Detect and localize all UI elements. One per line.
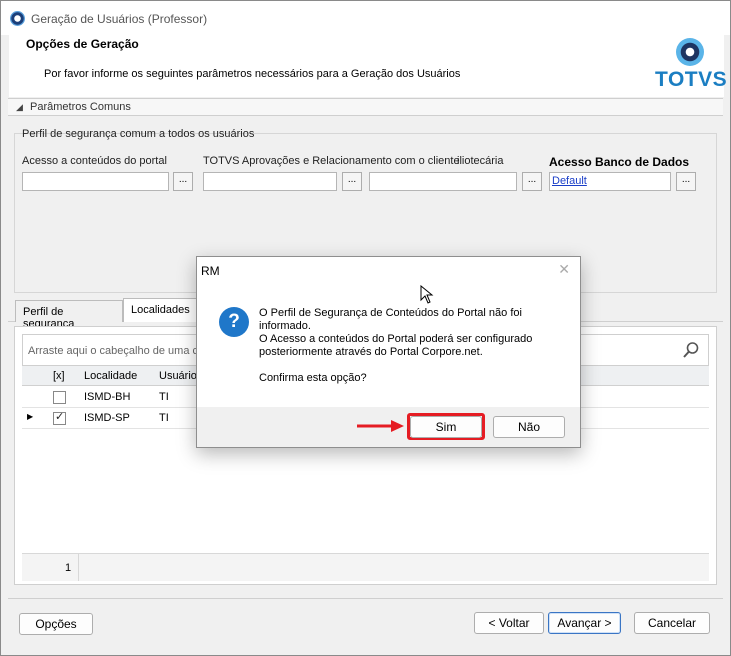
back-button[interactable]: < Voltar [474, 612, 544, 634]
row-checkbox[interactable] [53, 391, 66, 404]
dialog-message-line: O Acesso a conteúdos do Portal poderá se… [259, 333, 533, 345]
red-arrow-annotation [357, 420, 404, 432]
usuario-cell: TI [159, 412, 169, 424]
app-icon [10, 11, 25, 26]
yes-button[interactable]: Sim [410, 416, 482, 438]
totvs-logo-text: TOTVS [655, 68, 728, 91]
next-button[interactable]: Avançar > [548, 612, 621, 634]
totvs-aprovacoes-label: TOTVS Aprovações e Relacionamento com o … [203, 155, 460, 167]
tab-localidades[interactable]: Localidades [123, 298, 197, 322]
parametros-comuns-header[interactable]: ◢ Parâmetros Comuns [8, 98, 723, 116]
wizard-header: Opções de Geração Por favor informe os s… [9, 35, 728, 97]
usuario-cell: TI [159, 391, 169, 403]
dialog-message-line: O Perfil de Segurança de Conteúdos do Po… [259, 307, 522, 319]
totvs-logo-icon [676, 38, 704, 66]
portal-access-label: Acesso a conteúdos do portal [22, 155, 167, 167]
options-button[interactable]: Opções [19, 613, 93, 635]
biblioteca-field[interactable] [369, 172, 517, 191]
page-subtitle: Por favor informe os seguintes parâmetro… [44, 68, 461, 80]
no-button[interactable]: Não [493, 416, 565, 438]
db-access-label: Acesso Banco de Dados [549, 155, 690, 169]
biblioteca-label: iliotecária [457, 155, 504, 167]
title-bar: Geração de Usuários (Professor) [1, 1, 730, 35]
footer-divider-line [8, 598, 723, 599]
totvs-aprovacoes-field[interactable] [203, 172, 337, 191]
confirm-dialog: RM ✕ ? O Perfil de Segurança de Conteúdo… [196, 256, 581, 448]
dialog-message-line: posteriormente através do Portal Corpore… [259, 346, 483, 358]
tab-perfil-seguranca[interactable]: Perfil de segurança [15, 300, 123, 330]
portal-access-browse-button[interactable]: ... [173, 172, 193, 191]
totvs-aprovacoes-browse-button[interactable]: ... [342, 172, 362, 191]
group-label: Parâmetros Comuns [30, 101, 131, 113]
window-title: Geração de Usuários (Professor) [31, 12, 208, 26]
column-header-check[interactable]: [x] [53, 370, 65, 382]
close-icon[interactable]: ✕ [558, 261, 570, 278]
portal-access-field[interactable] [22, 172, 169, 191]
db-access-default-link[interactable]: Default [552, 175, 587, 187]
page-title: Opções de Geração [26, 37, 139, 51]
dialog-question: Confirma esta opção? [259, 372, 367, 384]
localidade-cell: ISMD-SP [84, 412, 130, 424]
group-by-hint: Arraste aqui o cabeçalho de uma co [28, 345, 205, 357]
search-icon[interactable] [682, 341, 700, 359]
dialog-footer: Sim Não [197, 407, 580, 447]
db-access-browse-button[interactable]: ... [676, 172, 696, 191]
column-header-usuario[interactable]: Usuário [159, 370, 197, 382]
collapse-arrow-icon[interactable]: ◢ [16, 102, 23, 113]
profile-section-label: Perfil de segurança comum a todos os usu… [22, 128, 255, 140]
row-checkbox[interactable] [53, 410, 66, 425]
grid-footer: 1 [22, 553, 709, 581]
totvs-logo: TOTVS [655, 37, 728, 93]
localidade-cell: ISMD-BH [84, 391, 131, 403]
footer-divider [78, 554, 79, 581]
dialog-title: RM [201, 264, 220, 278]
mouse-cursor-icon [420, 285, 434, 304]
row-count: 1 [65, 562, 72, 574]
biblioteca-browse-button[interactable]: ... [522, 172, 542, 191]
current-row-indicator-icon: ▶ [27, 412, 34, 421]
dialog-message-line: informado. [259, 320, 311, 332]
cancel-button[interactable]: Cancelar [634, 612, 710, 634]
question-icon: ? [219, 307, 249, 337]
column-header-localidade[interactable]: Localidade [84, 370, 137, 382]
